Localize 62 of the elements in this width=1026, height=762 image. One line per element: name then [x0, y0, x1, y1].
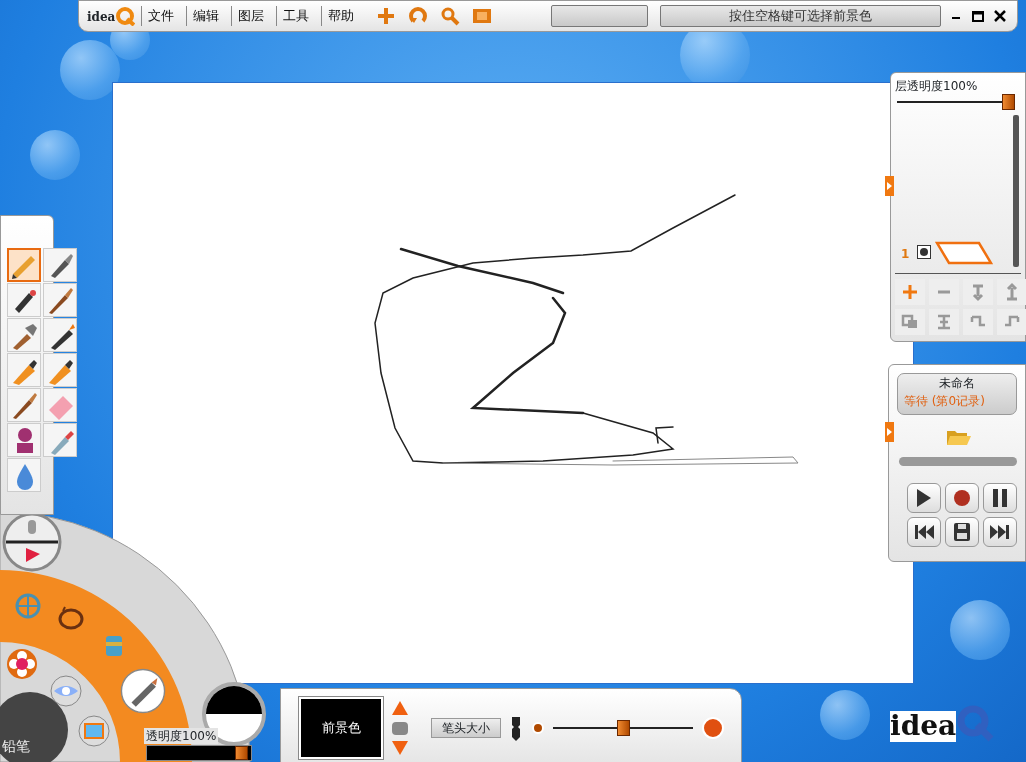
stamp-tool[interactable]: [7, 423, 41, 457]
play-icon[interactable]: [907, 483, 941, 513]
bubble-decoration: [30, 130, 80, 180]
airbrush-tool[interactable]: [7, 283, 41, 317]
record-icon[interactable]: [945, 483, 979, 513]
logo-text: idea: [87, 9, 116, 26]
dropper-tool[interactable]: [43, 423, 77, 457]
bubble-decoration: [60, 40, 120, 100]
menu-item[interactable]: 帮助: [321, 6, 361, 26]
marker-tool[interactable]: [43, 353, 77, 387]
menu-item[interactable]: 图层: [231, 6, 271, 26]
down-arrow-icon[interactable]: [391, 740, 409, 756]
opacity-track[interactable]: [146, 745, 252, 761]
pencil-icon[interactable]: [120, 668, 166, 714]
brush-tool[interactable]: [7, 388, 41, 422]
layer-opacity-label: 层透明度100%: [895, 78, 978, 95]
panel-toggle-icon[interactable]: [885, 422, 894, 442]
q-logo-icon: [115, 6, 136, 26]
flat-tool[interactable]: [7, 318, 41, 352]
current-tool-label: 铅笔: [2, 737, 30, 756]
eye-icon[interactable]: [50, 675, 82, 707]
visibility-toggle[interactable]: [917, 245, 931, 259]
small-dot-icon: [531, 721, 545, 735]
brush-size-label: 笔头大小: [431, 718, 501, 738]
marker-tool[interactable]: [7, 353, 41, 387]
dial-background: [0, 690, 70, 762]
foreground-color-label: 前景色: [299, 697, 383, 759]
menu-item[interactable]: 编辑: [186, 6, 226, 26]
menu-item[interactable]: 工具: [276, 6, 316, 26]
save-icon[interactable]: [945, 517, 979, 547]
flower-icon[interactable]: [6, 648, 38, 680]
skip-forward-icon[interactable]: [983, 517, 1017, 547]
pen-tool[interactable]: [43, 248, 77, 282]
layer-number: 1: [901, 246, 910, 263]
drop-tool[interactable]: [7, 458, 41, 492]
q-logo-icon: [956, 704, 995, 742]
layer-thumbnail[interactable]: [935, 241, 993, 265]
hint-text: 按住空格键可选择前景色: [659, 5, 941, 27]
slider-thumb[interactable]: [235, 746, 249, 760]
mic-play-dial-icon[interactable]: [2, 512, 62, 572]
up-arrow-icon[interactable]: [391, 700, 409, 716]
recording-status: 等待 (第0记录): [903, 393, 986, 410]
brand-text: idea: [890, 711, 957, 742]
large-dot-icon: [701, 716, 725, 740]
skip-back-icon[interactable]: [907, 517, 941, 547]
slider-thumb[interactable]: [1002, 94, 1015, 110]
recording-title: 未命名: [938, 375, 976, 392]
crayon-tool[interactable]: [43, 318, 77, 352]
opacity-label: 透明度100%: [144, 728, 219, 744]
bubble-decoration: [820, 690, 870, 740]
brush-tip-icon: [509, 715, 523, 741]
brush-tool[interactable]: [43, 283, 77, 317]
bubble-decoration: [950, 600, 1010, 660]
slider-thumb[interactable]: [616, 720, 630, 736]
maximize-icon[interactable]: [969, 9, 987, 23]
panel-toggle-icon[interactable]: [885, 176, 894, 196]
pause-icon[interactable]: [983, 483, 1017, 513]
picture-icon[interactable]: [78, 715, 110, 747]
menu-item[interactable]: 文件: [141, 6, 181, 26]
close-icon[interactable]: [991, 9, 1009, 23]
plus-icon[interactable]: [895, 279, 925, 305]
layer-scrollbar[interactable]: [1013, 115, 1019, 267]
